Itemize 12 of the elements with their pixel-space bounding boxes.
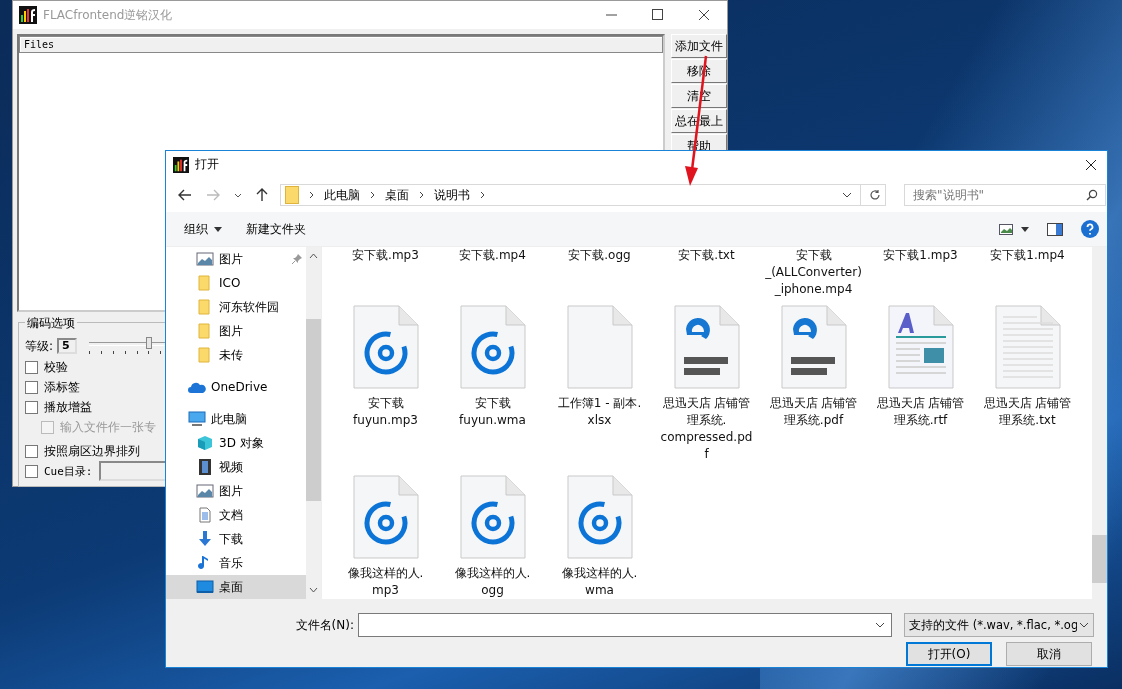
dialog-title: 打开 xyxy=(195,156,219,173)
checkbox-label: 校验 xyxy=(44,358,68,376)
checkbox-label: 播放增益 xyxy=(44,398,92,416)
checkbox-label: Cue目录: xyxy=(44,463,93,479)
file-name-label: 文件名(N): xyxy=(294,616,355,634)
level-label: 等级: xyxy=(25,337,54,355)
level-value: 5 xyxy=(57,338,78,354)
checkbox-label: 添标签 xyxy=(44,378,80,396)
checkbox-label: 输入文件作一张专 xyxy=(60,418,156,436)
checkbox-label: 按照扇区边界排列 xyxy=(44,442,140,460)
window-title: FLACfrontend逆铭汉化 xyxy=(43,6,173,24)
group-legend: 编码选项 xyxy=(25,315,77,332)
